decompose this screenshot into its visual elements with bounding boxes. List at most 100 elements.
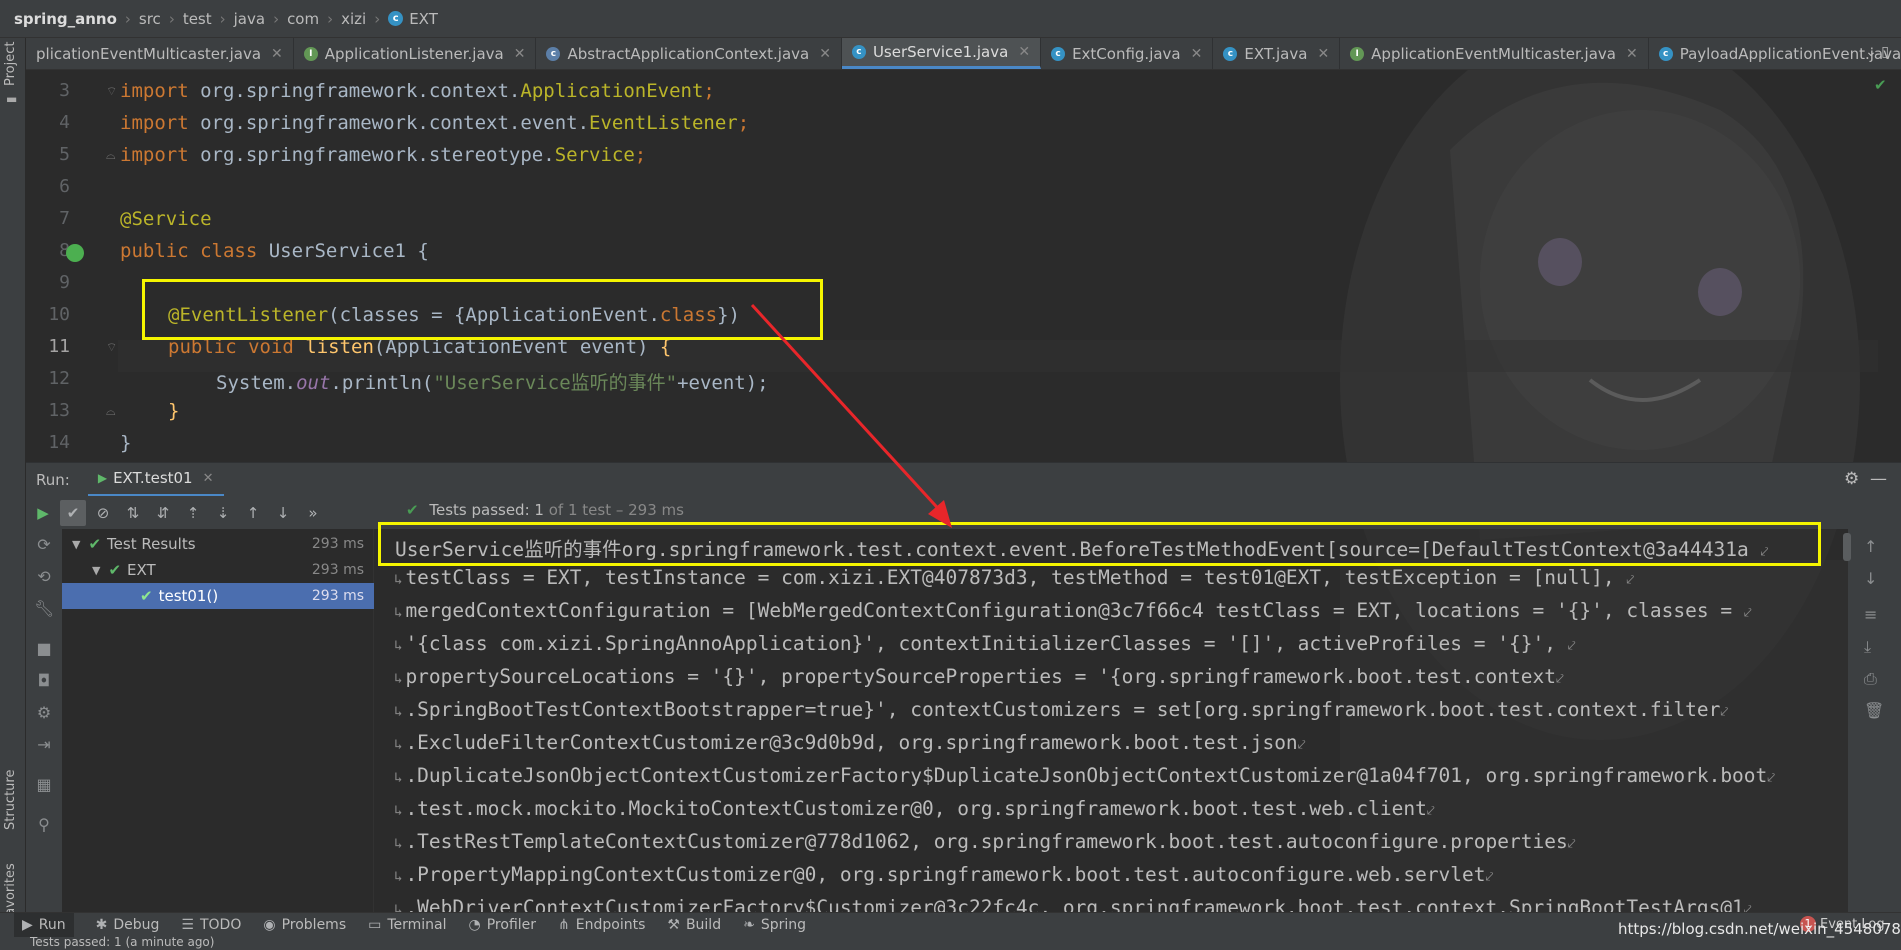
tab-application-event-multicaster-truncated[interactable]: plicationEventMulticaster.java ✕ (26, 38, 294, 69)
close-icon[interactable]: ✕ (514, 46, 526, 62)
profiler-icon: ◔ (468, 917, 481, 933)
tree-row-test-results[interactable]: ▼ ✔ Test Results 293 ms (62, 531, 374, 557)
breadcrumb: spring_anno › src › test › java › com › … (0, 0, 1901, 38)
tool-todo[interactable]: ☰ TODO (181, 917, 241, 933)
up-arrow-icon[interactable]: ↑ (1864, 537, 1877, 556)
rerun-icon[interactable]: ▶ (30, 500, 56, 526)
tab-abstract-application-context[interactable]: c AbstractApplicationContext.java ✕ (536, 38, 842, 69)
show-ignored-icon[interactable]: ⊘ (90, 500, 116, 526)
tab-application-listener[interactable]: I ApplicationListener.java ✕ (294, 38, 537, 69)
close-icon[interactable]: ✕ (271, 46, 283, 62)
settings-icon[interactable]: ⚙ (34, 703, 54, 722)
tool-build[interactable]: ⚒ Build (667, 917, 721, 933)
tree-row-label: test01() (158, 587, 219, 605)
camera-icon[interactable]: ◘ (34, 671, 54, 690)
collapse-all-icon[interactable]: ⇣ (210, 500, 236, 526)
tab-application-event-multicaster[interactable]: I ApplicationEventMulticaster.java ✕ (1340, 38, 1649, 69)
close-icon[interactable]: ✕ (203, 471, 214, 486)
previous-failed-icon[interactable]: ↑ (240, 500, 266, 526)
tab-label: UserService1.java (872, 43, 1009, 61)
pin-icon[interactable]: ⚲ (34, 815, 54, 834)
tree-row-test01[interactable]: ✔ test01() 293 ms (62, 583, 374, 609)
breadcrumb-project[interactable]: spring_anno (14, 10, 117, 28)
project-tool-tab[interactable]: Project (3, 42, 18, 86)
run-configuration-tab[interactable]: ▶ EXT.test01 ✕ (87, 463, 224, 497)
sort-alphabetically-icon[interactable]: ⇅ (120, 500, 146, 526)
trash-icon[interactable]: 🗑︎ (1864, 701, 1884, 720)
show-passed-icon[interactable]: ✔ (60, 499, 86, 526)
line-number: 12 (48, 368, 70, 389)
tab-user-service1[interactable]: c UserService1.java ✕ (841, 38, 1042, 69)
breadcrumb-com[interactable]: com (287, 10, 319, 28)
tab-ext[interactable]: c EXT.java ✕ (1213, 38, 1341, 69)
tool-spring[interactable]: ❧ Spring (743, 917, 806, 933)
class-icon: c (851, 45, 866, 59)
tool-debug[interactable]: ✱ Debug (96, 917, 160, 933)
stop-icon[interactable]: ■ (34, 639, 54, 658)
terminal-icon: ▭ (368, 917, 382, 933)
fold-icon[interactable]: ⌔ (106, 340, 117, 355)
breadcrumb-xizi[interactable]: xizi (341, 10, 366, 28)
tree-row-time: 293 ms (311, 562, 364, 578)
wrench-icon[interactable]: 🔧︎ (34, 599, 54, 618)
warning-icon: ◉ (263, 917, 276, 933)
fold-icon[interactable]: ⌓ (106, 404, 116, 419)
tab-label: ApplicationListener.java (324, 44, 504, 63)
spring-bean-icon[interactable] (66, 244, 84, 262)
chevron-down-icon[interactable]: ▼ (72, 538, 80, 551)
scroll-to-end-icon[interactable]: ⤓ (1864, 637, 1871, 657)
fold-icon[interactable]: ⌓ (106, 148, 116, 163)
breadcrumb-ext[interactable]: EXT (409, 10, 438, 28)
debug-rerun-icon[interactable]: ⟳ (34, 535, 54, 554)
close-icon[interactable]: ✕ (1191, 46, 1203, 62)
close-icon[interactable]: ✕ (1018, 44, 1030, 60)
class-icon: c (1051, 46, 1066, 61)
soft-wrap-icon[interactable]: ≡ (1864, 605, 1877, 624)
sort-by-duration-icon[interactable]: ⇵ (150, 500, 176, 526)
abstract-class-icon: c (546, 46, 561, 61)
chevron-down-icon[interactable]: ▼ (92, 564, 100, 577)
tool-run[interactable]: ▶ Run (14, 912, 74, 938)
console-line: ↳ .WebDriverContextCustomizerFactory$Cust… (394, 896, 1752, 912)
line-number: 5 (59, 144, 70, 165)
console-output[interactable]: UserService监听的事件org.springframework.test… (374, 529, 1848, 912)
close-icon[interactable]: ✕ (1626, 46, 1638, 62)
status-suffix: of 1 test – 293 ms (548, 501, 684, 519)
tool-endpoints[interactable]: ⋔ Endpoints (558, 917, 645, 933)
down-arrow-icon[interactable]: ↓ (1864, 569, 1877, 588)
tool-problems[interactable]: ◉ Problems (263, 917, 346, 933)
more-icon[interactable]: » (300, 500, 326, 526)
line-number: 8 (59, 240, 70, 261)
tree-row-ext[interactable]: ▼ ✔ EXT 293 ms (62, 557, 374, 583)
console-scrollbar[interactable] (1843, 533, 1851, 561)
console-line: ↳ .PropertyMappingContextCustomizer@0, or… (394, 863, 1494, 886)
settings-gear-icon[interactable]: ⚙ — (1844, 469, 1887, 489)
tool-terminal[interactable]: ▭ Terminal (368, 917, 446, 933)
console-line: ↳ .SpringBootTestContextBootstrapper=true… (394, 698, 1729, 721)
inspection-ok-icon[interactable]: ✔ (1874, 76, 1887, 94)
fold-icon[interactable]: ⌔ (106, 84, 117, 99)
breadcrumb-src[interactable]: src (139, 10, 161, 28)
layout-icon[interactable]: ▦ (34, 775, 54, 794)
code-editor[interactable]: import org.springframework.context.Appli… (118, 70, 1868, 462)
class-icon: c (388, 11, 404, 26)
tab-payload-application-event[interactable]: cPayloadApplicationEvent.java✕ (1649, 38, 1901, 69)
next-failed-icon[interactable]: ↓ (270, 500, 296, 526)
print-icon[interactable]: ⎙ (1864, 669, 1877, 689)
structure-tool-tab[interactable]: Structure (3, 770, 18, 830)
code-line: import org.springframework.context.Appli… (120, 80, 715, 102)
tool-profiler[interactable]: ◔ Profiler (469, 917, 537, 933)
line-number: 11 (48, 336, 70, 357)
toggle-auto-test-icon[interactable]: ⟲ (34, 567, 54, 586)
close-icon[interactable]: ✕ (819, 46, 831, 62)
tab-ext-config[interactable]: c ExtConfig.java ✕ (1041, 38, 1214, 69)
exit-icon[interactable]: ⇥ (34, 735, 54, 754)
breadcrumb-java[interactable]: java (234, 10, 265, 28)
bug-icon: ✱ (95, 917, 108, 933)
close-icon[interactable]: ✕ (1317, 46, 1329, 62)
tab-list-chevron-icon[interactable]: ⌄ ▯ (1865, 44, 1889, 60)
line-number: 4 (59, 112, 70, 133)
breadcrumb-test[interactable]: test (183, 10, 212, 28)
expand-all-icon[interactable]: ⇡ (180, 500, 206, 526)
test-config-icon: ▶ (97, 471, 108, 485)
